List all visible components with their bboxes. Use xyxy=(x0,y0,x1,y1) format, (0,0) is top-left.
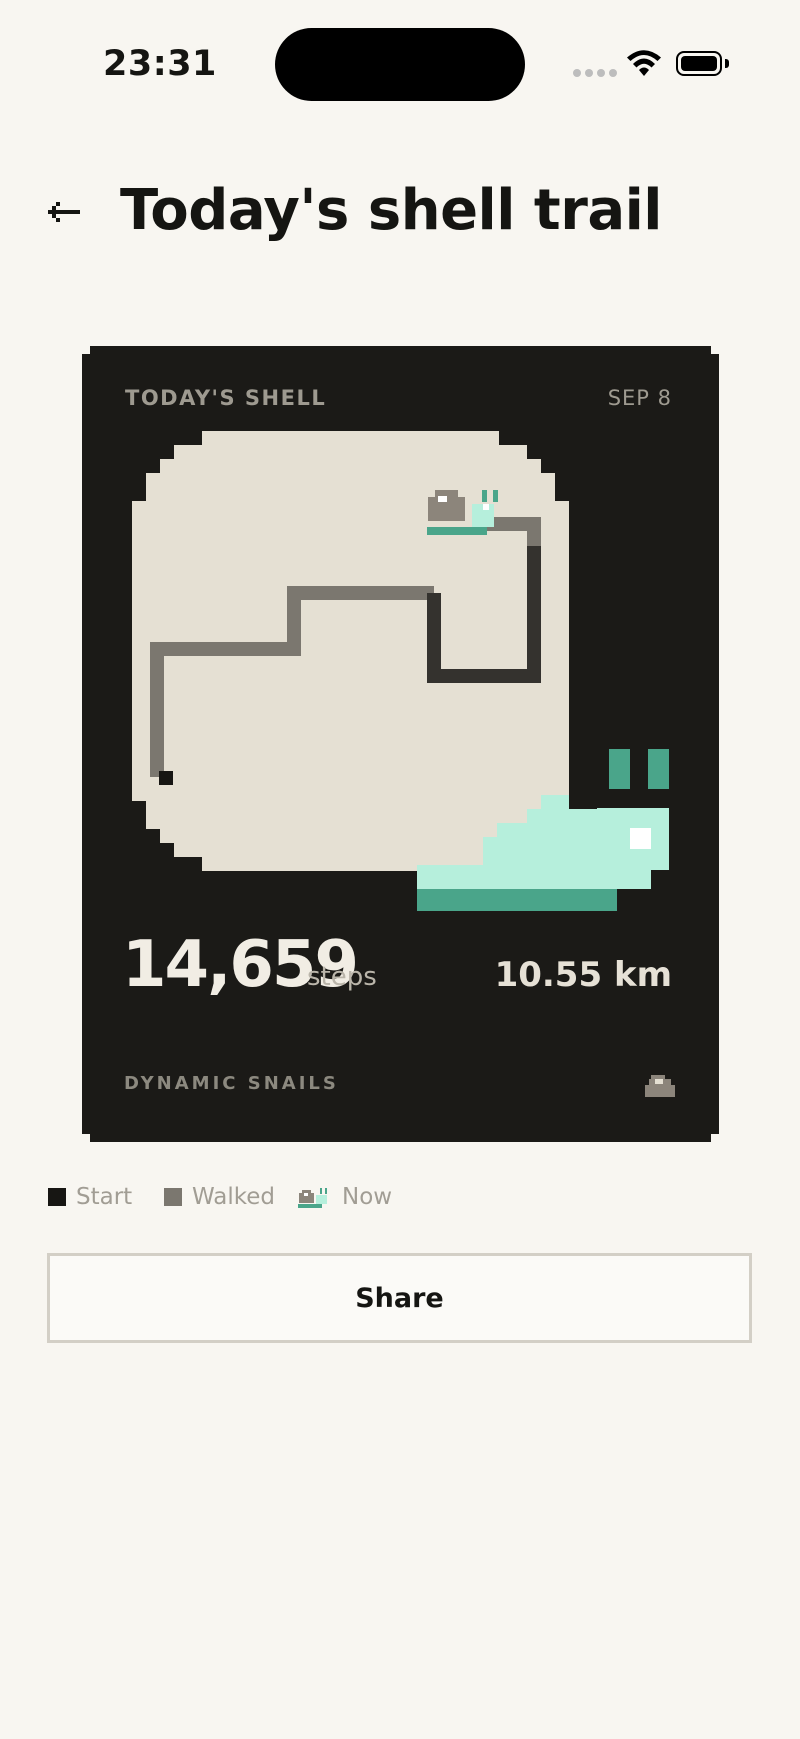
legend-start-label: Start xyxy=(76,1184,133,1210)
page-title: Today's shell trail xyxy=(120,178,663,243)
legend-walked-label: Walked xyxy=(192,1184,276,1210)
legend-now-label: Now xyxy=(342,1184,393,1210)
battery-icon xyxy=(676,51,722,76)
battery-tip xyxy=(725,59,729,68)
distance-value: 10.55 km xyxy=(494,955,672,995)
status-time: 23:31 xyxy=(103,44,217,84)
walked-swatch xyxy=(164,1188,182,1206)
brand-label: DYNAMIC SNAILS xyxy=(124,1073,339,1094)
card-date: SEP 8 xyxy=(607,386,672,410)
legend-now: Now xyxy=(298,1183,392,1211)
snail-icon xyxy=(298,1188,327,1208)
wifi-icon xyxy=(627,50,661,76)
shell-icon xyxy=(645,1075,675,1097)
legend-walked: Walked xyxy=(164,1183,275,1211)
shell-trail-card xyxy=(82,346,719,1142)
share-button[interactable]: Share xyxy=(47,1253,752,1343)
dynamic-island xyxy=(275,28,525,101)
start-marker xyxy=(159,771,173,785)
cellular-signal-icon xyxy=(573,69,617,77)
start-swatch xyxy=(48,1188,66,1206)
card-label: TODAY'S SHELL xyxy=(125,386,327,410)
arrow-left-icon[interactable] xyxy=(44,190,84,234)
steps-unit: steps xyxy=(307,962,377,992)
legend-start: Start xyxy=(48,1183,132,1211)
